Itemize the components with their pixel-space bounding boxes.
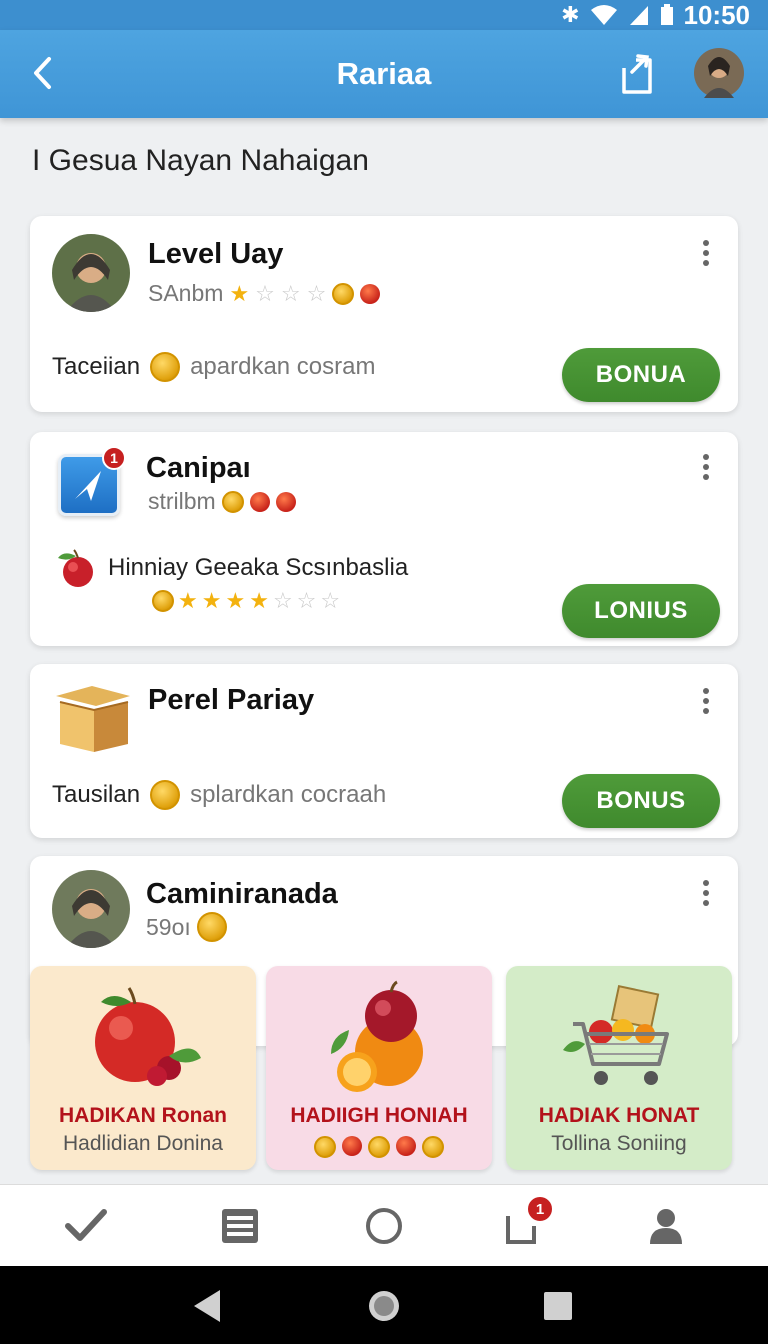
- nav-check[interactable]: [62, 1203, 110, 1249]
- nav-list[interactable]: [216, 1203, 264, 1249]
- bonus-button[interactable]: LONIUS: [562, 584, 720, 638]
- reward-name: HADIKAN Ronan: [59, 1104, 227, 1127]
- row-label: Taceiian: [52, 353, 141, 380]
- row-text: apardkan cosram: [190, 353, 376, 380]
- row-label: Tausilan: [52, 781, 141, 808]
- reward-name: HADIIGH HONIAH: [290, 1104, 468, 1127]
- card-title: Caminiranada: [146, 878, 338, 910]
- nav-home[interactable]: [360, 1203, 408, 1249]
- fruit-icon: [331, 980, 423, 1092]
- apple-icon: [95, 987, 201, 1086]
- star-icon: ★: [249, 588, 269, 613]
- star-icon: ☆: [272, 588, 293, 613]
- card-subtitle: strilbm: [148, 488, 296, 515]
- card-subtitle-text: 59oı: [146, 913, 191, 940]
- more-options-icon[interactable]: [698, 684, 714, 718]
- nav-profile[interactable]: [642, 1203, 690, 1249]
- reward-card: Perel Pariay Tausilan splardkan cocraah …: [30, 664, 738, 838]
- card-title: Level Uay: [148, 238, 284, 270]
- reward-tile[interactable]: HADIAK HONAT Tollina Soniing: [506, 966, 732, 1170]
- card-subtitle-text: strilbm: [148, 488, 216, 514]
- star-icon: ★: [178, 588, 198, 613]
- check-icon: [65, 1209, 107, 1241]
- coin-icon: [150, 780, 181, 810]
- reward-subtitle: Tollina Soniing: [551, 1132, 687, 1155]
- star-icon: ☆: [255, 280, 275, 306]
- reward-subtitle: Hadlidian Donina: [63, 1132, 223, 1155]
- section-title: I Gesua Nayan Nahaigan: [32, 144, 369, 177]
- notification-badge: 1: [526, 1195, 554, 1223]
- coin-icon: [221, 490, 244, 513]
- card-row: Tausilan splardkan cocraah: [52, 780, 386, 810]
- circle-icon: [366, 1208, 402, 1244]
- more-options-icon[interactable]: [698, 236, 714, 270]
- star-icon: ☆: [280, 280, 301, 306]
- clock: 10:50: [683, 0, 751, 30]
- row-label: Hinniay Geeaka Scsınbaslia: [108, 554, 409, 581]
- bottom-navigation: 1: [0, 1184, 768, 1266]
- status-bar: ✱ 10:50: [0, 0, 768, 30]
- battery-icon: [660, 4, 673, 25]
- card-row: Hinniay Geeaka Scsınbaslia: [54, 548, 408, 588]
- berry-icon: [275, 491, 296, 512]
- reward-card: Level Uay SAnbm ★ ☆ ☆ ☆ Taceiian apardkan c…: [30, 216, 738, 412]
- list-icon: [222, 1209, 258, 1243]
- coin-icon: [332, 282, 355, 305]
- reward-name: HADIAK HONAT: [538, 1104, 700, 1127]
- rating-row: ★ ★ ★ ★ ☆ ☆ ☆: [152, 588, 340, 614]
- system-navigation-bar: [0, 1266, 768, 1344]
- share-icon: [622, 54, 652, 94]
- avatar: [52, 234, 130, 312]
- coin-icon: [422, 1136, 444, 1158]
- bonus-button[interactable]: BONUA: [562, 348, 720, 402]
- card-subtitle: 59oı: [146, 912, 227, 942]
- star-icon: ★: [225, 588, 246, 613]
- reward-tile[interactable]: HADIKAN Ronan Hadlidian Donina: [30, 966, 256, 1170]
- system-recents-icon[interactable]: [538, 1286, 578, 1326]
- card-subtitle-text: SAnbm: [148, 280, 224, 306]
- reward-tile[interactable]: HADIIGH HONIAH: [266, 966, 492, 1170]
- berry-icon: [342, 1136, 362, 1156]
- wifi-icon: [590, 5, 617, 25]
- more-options-icon[interactable]: [698, 876, 714, 910]
- card-title: Perel Pariay: [148, 684, 315, 716]
- bluetooth-icon: ✱: [561, 2, 580, 27]
- reward-icons: [266, 1136, 492, 1158]
- card-subtitle: SAnbm ★ ☆ ☆ ☆: [148, 280, 381, 307]
- coin-icon: [150, 352, 181, 382]
- card-title: Canipaı: [146, 452, 251, 484]
- berry-icon: [360, 283, 381, 304]
- system-back-icon[interactable]: [188, 1286, 228, 1326]
- row-text: splardkan cocraah: [190, 781, 387, 808]
- gift-box-icon: [56, 686, 130, 752]
- share-button[interactable]: [616, 50, 660, 98]
- system-home-icon[interactable]: [364, 1286, 404, 1326]
- app-bar: Rariaa: [0, 30, 768, 118]
- star-icon: ☆: [306, 280, 327, 306]
- card-row: Taceiian apardkan cosram: [52, 352, 376, 382]
- notification-badge: 1: [102, 446, 126, 470]
- profile-avatar[interactable]: [694, 48, 744, 98]
- berry-icon: [249, 491, 270, 512]
- star-icon: ★: [201, 588, 222, 613]
- signal-icon: [629, 6, 648, 25]
- person-icon: [650, 1209, 682, 1244]
- star-icon: ☆: [320, 588, 341, 613]
- more-options-icon[interactable]: [698, 450, 714, 484]
- coin-icon: [196, 912, 227, 942]
- bonus-button[interactable]: BONUS: [562, 774, 720, 828]
- coin-icon: [152, 590, 174, 612]
- shopping-cart-icon: [563, 985, 669, 1085]
- star-icon: ☆: [296, 588, 317, 613]
- berry-icon: [396, 1136, 416, 1156]
- star-icon: ★: [229, 280, 250, 306]
- coin-icon: [314, 1136, 336, 1158]
- apple-icon: [58, 549, 93, 587]
- avatar: [52, 870, 130, 948]
- coin-icon: [368, 1136, 390, 1158]
